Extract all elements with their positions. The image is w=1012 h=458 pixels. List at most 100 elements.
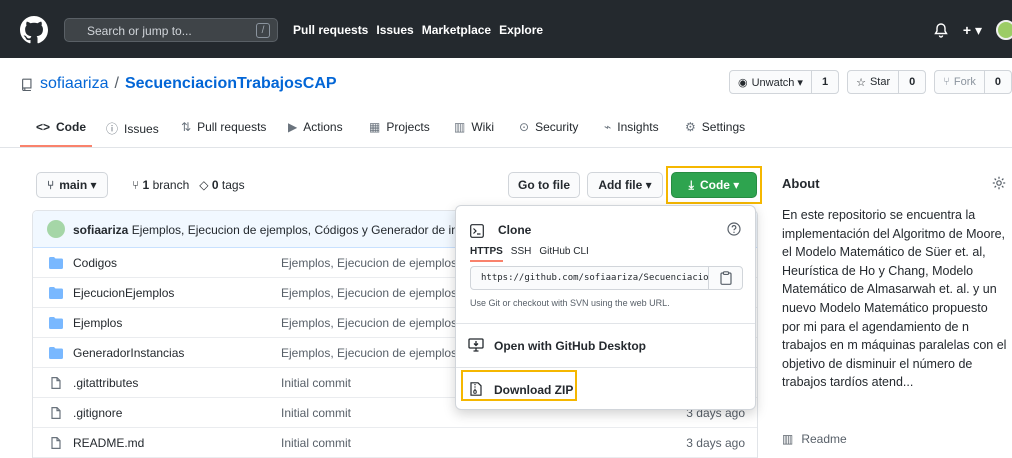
tab-insights-label: Insights bbox=[617, 120, 659, 134]
readme-link[interactable]: ▥ Readme bbox=[782, 432, 847, 446]
tab-wiki[interactable]: ▥ Wiki bbox=[454, 120, 494, 134]
branch-word: branch bbox=[152, 178, 190, 192]
tags-word: tags bbox=[221, 178, 245, 192]
global-header: Search or jump to... / Pull requests Iss… bbox=[0, 0, 1012, 58]
branch-select-button[interactable]: ⑂ main ▾ bbox=[36, 172, 108, 198]
gear-icon[interactable] bbox=[992, 176, 1006, 190]
file-age: 3 days ago bbox=[686, 436, 745, 450]
branch-label: main ▾ bbox=[59, 178, 97, 192]
clone-hint: Use Git or checkout with SVN using the w… bbox=[470, 298, 670, 308]
gear-icon: ⚙ bbox=[685, 120, 696, 134]
repo-owner-link[interactable]: sofiaariza bbox=[40, 75, 108, 93]
copy-url-button[interactable] bbox=[708, 267, 742, 289]
file-name[interactable]: .gitattributes bbox=[73, 376, 138, 390]
star-label: Star bbox=[869, 76, 891, 88]
book-icon: ▥ bbox=[454, 120, 466, 134]
shield-icon: ⊙ bbox=[519, 120, 530, 134]
file-commit-message[interactable]: Ejemplos, Ejecucion de ejemplos, C bbox=[281, 286, 472, 300]
file-name[interactable]: README.md bbox=[73, 436, 144, 450]
nav-marketplace[interactable]: Marketplace bbox=[422, 23, 491, 37]
fork-button[interactable]: ⑂ Fork bbox=[935, 71, 985, 93]
question-icon[interactable] bbox=[727, 222, 741, 236]
add-file-button[interactable]: Add file ▾ bbox=[587, 172, 663, 198]
branch-meta: ⑂ 1 branch ◇ 0 tags bbox=[132, 178, 245, 192]
file-commit-message[interactable]: Initial commit bbox=[281, 436, 351, 450]
file-icon bbox=[51, 377, 61, 389]
commit-text: sofiaariza Ejemplos, Ejecucion de ejempl… bbox=[73, 223, 496, 237]
file-name[interactable]: GeneradorInstancias bbox=[73, 346, 184, 360]
slash-shortcut-badge: / bbox=[256, 23, 270, 38]
branches-link[interactable]: ⑂ 1 branch bbox=[132, 178, 189, 192]
tab-settings[interactable]: ⚙ Settings bbox=[685, 120, 745, 134]
search-input[interactable]: Search or jump to... / bbox=[64, 18, 278, 42]
file-commit-message[interactable]: Initial commit bbox=[281, 376, 351, 390]
header-actions: + ▾ bbox=[933, 20, 1012, 40]
clone-url-field[interactable]: https://github.com/sofiaariza/Secuenciac… bbox=[470, 266, 743, 290]
watch-count[interactable]: 1 bbox=[812, 71, 838, 93]
about-description: En este repositorio se encuentra la impl… bbox=[782, 208, 1007, 390]
file-name[interactable]: Ejemplos bbox=[73, 316, 122, 330]
tab-ssh[interactable]: SSH bbox=[511, 246, 532, 262]
folder-icon bbox=[49, 347, 63, 359]
pull-request-icon: ⇅ bbox=[181, 120, 192, 134]
repo-actions: ◉ Unwatch ▾ 1 ☆ Star 0 ⑂ Fork 0 bbox=[728, 70, 1012, 94]
commit-author-avatar[interactable] bbox=[47, 220, 65, 238]
commit-message[interactable]: Ejemplos, Ejecucion de ejemplos, Códigos… bbox=[132, 223, 496, 237]
open-with-desktop-button[interactable]: Open with GitHub Desktop bbox=[494, 339, 646, 353]
file-name[interactable]: .gitignore bbox=[73, 406, 122, 420]
branch-count: 1 bbox=[142, 178, 150, 192]
file-name[interactable]: Codigos bbox=[73, 256, 117, 270]
repo-name-link[interactable]: SecuenciacionTrabajosCAP bbox=[125, 75, 337, 93]
file-commit-message[interactable]: Initial commit bbox=[281, 406, 351, 420]
tab-https[interactable]: HTTPS bbox=[470, 246, 503, 262]
branch-count-icon: ⑂ bbox=[132, 178, 140, 192]
tab-security[interactable]: ⊙ Security bbox=[519, 120, 578, 134]
code-icon: <> bbox=[36, 120, 51, 134]
fork-label: Fork bbox=[953, 76, 976, 88]
go-to-file-button[interactable]: Go to file bbox=[508, 172, 580, 198]
top-nav: Pull requests Issues Marketplace Explore bbox=[293, 23, 543, 37]
fork-count[interactable]: 0 bbox=[985, 71, 1011, 93]
tab-actions[interactable]: ▶ Actions bbox=[288, 120, 343, 134]
tab-insights[interactable]: ⌁ Insights bbox=[604, 120, 659, 134]
create-new-menu[interactable]: + ▾ bbox=[963, 22, 982, 39]
clipboard-icon bbox=[719, 271, 732, 285]
clone-protocol-tabs: HTTPS SSH GitHub CLI bbox=[470, 246, 589, 262]
tab-actions-label: Actions bbox=[303, 120, 343, 134]
file-commit-message[interactable]: Ejemplos, Ejecucion de ejemplos, C bbox=[281, 316, 472, 330]
tab-code-label: Code bbox=[56, 120, 87, 134]
folder-icon bbox=[49, 287, 63, 299]
star-button[interactable]: ☆ Star bbox=[848, 71, 900, 93]
repo-icon bbox=[22, 78, 32, 91]
github-logo-icon[interactable] bbox=[20, 16, 48, 44]
tab-code[interactable]: <> Code bbox=[36, 120, 86, 134]
tab-security-label: Security bbox=[535, 120, 579, 134]
tab-github-cli[interactable]: GitHub CLI bbox=[539, 246, 588, 262]
project-icon: ▦ bbox=[369, 120, 381, 134]
star-count[interactable]: 0 bbox=[899, 71, 925, 93]
nav-explore[interactable]: Explore bbox=[499, 23, 543, 37]
watch-label: Unwatch ▾ bbox=[751, 76, 803, 89]
bell-icon[interactable] bbox=[933, 22, 949, 38]
file-commit-message[interactable]: Ejemplos, Ejecucion de ejemplos, C bbox=[281, 256, 472, 270]
table-row[interactable]: README.md Initial commit 3 days ago bbox=[33, 428, 757, 458]
file-name[interactable]: EjecucionEjemplos bbox=[73, 286, 174, 300]
issue-icon: ⓘ bbox=[106, 122, 119, 136]
nav-issues[interactable]: Issues bbox=[376, 23, 413, 37]
tab-pull-requests-label: Pull requests bbox=[197, 120, 267, 134]
tab-issues-label: Issues bbox=[124, 121, 159, 136]
file-commit-message[interactable]: Ejemplos, Ejecucion de ejemplos, C bbox=[281, 346, 472, 360]
branch-icon: ⑂ bbox=[47, 178, 55, 192]
nav-pull-requests[interactable]: Pull requests bbox=[293, 23, 368, 37]
file-icon bbox=[51, 437, 61, 449]
watch-button[interactable]: ◉ Unwatch ▾ bbox=[730, 71, 812, 93]
terminal-icon bbox=[470, 224, 484, 238]
tab-projects[interactable]: ▦ Projects bbox=[369, 120, 430, 134]
tags-link[interactable]: ◇ 0 tags bbox=[199, 178, 244, 192]
tab-issues[interactable]: ⓘ Issues bbox=[106, 120, 159, 137]
commit-author[interactable]: sofiaariza bbox=[73, 223, 128, 237]
repo-separator: / bbox=[114, 75, 119, 92]
tab-pull-requests[interactable]: ⇅ Pull requests bbox=[181, 120, 266, 134]
tag-icon: ◇ bbox=[199, 178, 209, 192]
user-avatar[interactable] bbox=[996, 20, 1012, 40]
